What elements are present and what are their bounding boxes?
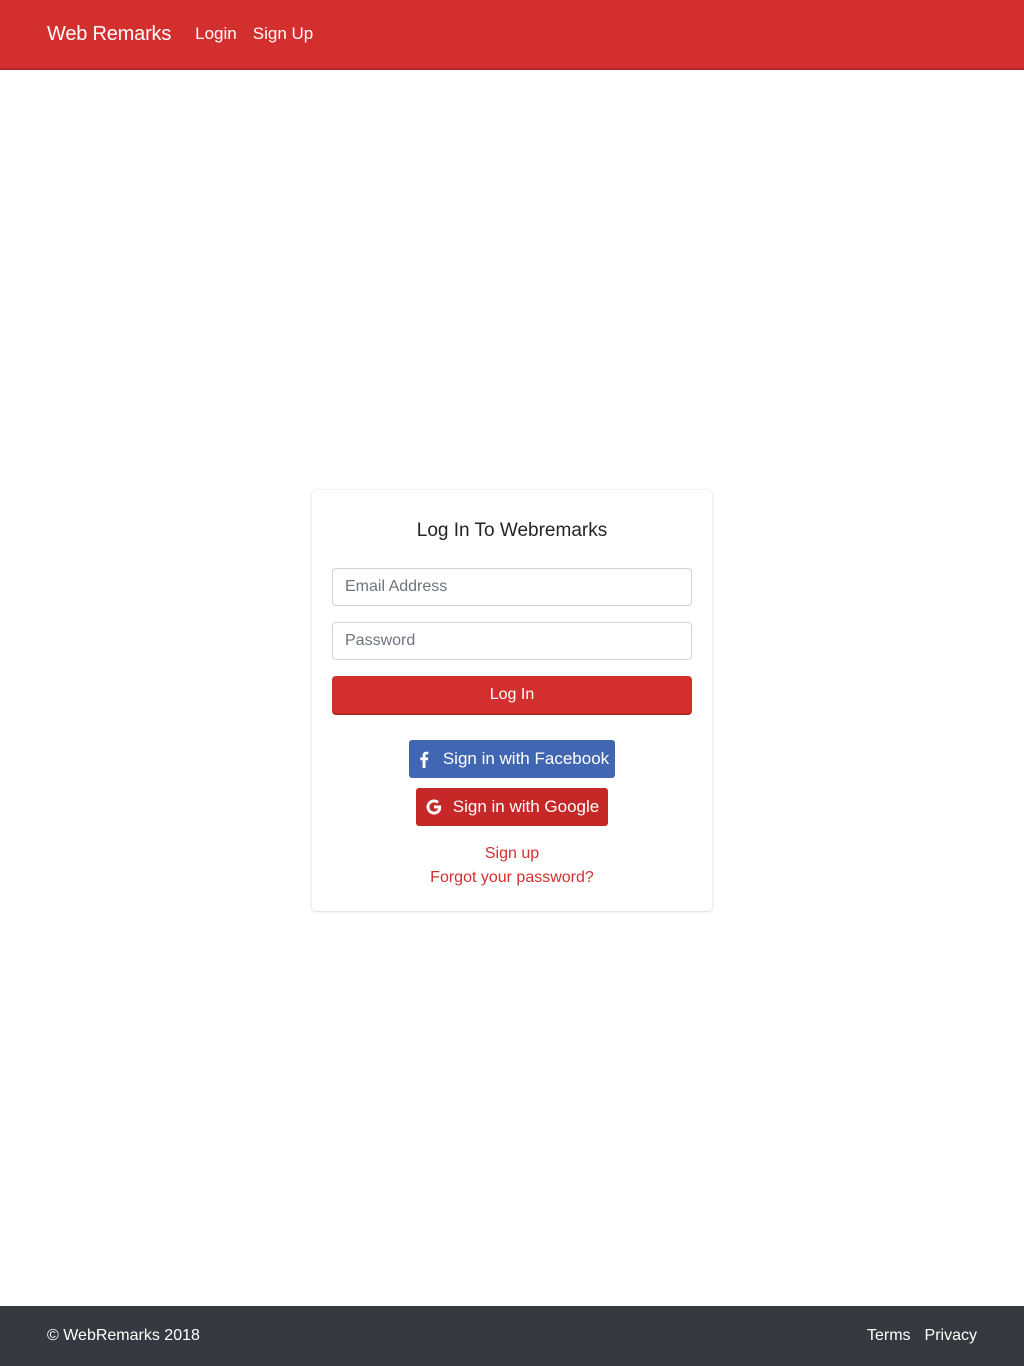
forgot-password-link-row: Forgot your password?: [0, 869, 1024, 887]
footer-privacy-link[interactable]: Privacy: [925, 1327, 977, 1345]
footer-copyright: © WebRemarks 2018: [47, 1327, 200, 1344]
login-button[interactable]: Log In: [332, 676, 692, 715]
google-icon: [425, 798, 443, 816]
nav-login-link[interactable]: Login: [195, 24, 237, 44]
footer: © WebRemarks 2018 Terms Privacy: [0, 1306, 1024, 1366]
footer-links: Terms Privacy: [867, 1327, 977, 1345]
page: Web Remarks Login Sign Up Log In To Webr…: [0, 0, 1024, 1366]
nav-signup-link[interactable]: Sign Up: [253, 24, 313, 44]
facebook-icon: [415, 750, 433, 768]
facebook-signin-button[interactable]: Sign in with Facebook: [409, 740, 615, 778]
brand-logo-link[interactable]: Web Remarks: [47, 23, 171, 46]
login-title: Log In To Webremarks: [416, 520, 608, 541]
signup-link[interactable]: Sign up: [485, 845, 539, 862]
footer-terms-link[interactable]: Terms: [867, 1327, 911, 1345]
signup-link-row: Sign up: [0, 845, 1024, 863]
forgot-password-link[interactable]: Forgot your password?: [430, 869, 594, 886]
email-input[interactable]: [332, 568, 692, 606]
top-navbar: Web Remarks Login Sign Up: [0, 0, 1024, 70]
facebook-button-label: Sign in with Facebook: [442, 749, 610, 768]
google-signin-button[interactable]: Sign in with Google: [416, 788, 608, 826]
password-input[interactable]: [332, 622, 692, 660]
google-button-label: Sign in with Google: [452, 797, 600, 816]
